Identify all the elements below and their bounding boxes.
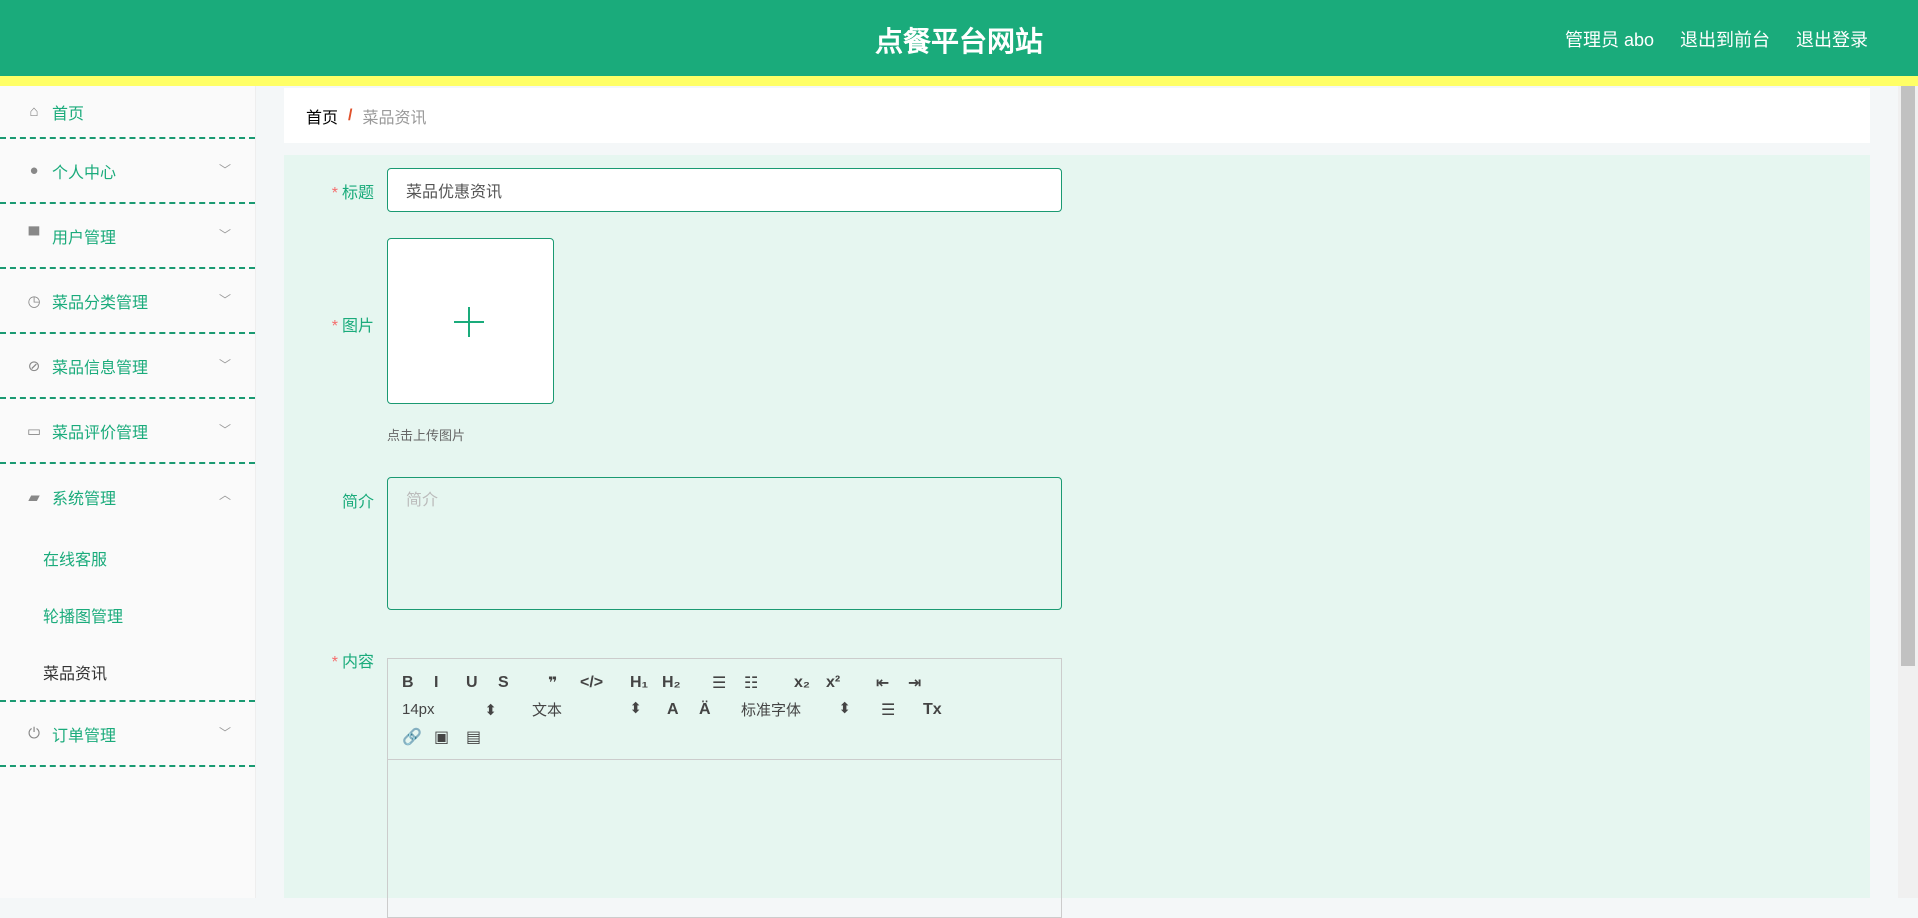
intro-textarea[interactable]: 简介: [387, 477, 1062, 610]
chevron-down-icon: ﹀: [218, 163, 231, 177]
subscript-button[interactable]: x₂: [794, 674, 826, 692]
sidebar-item-system[interactable]: ▰ 系统管理 ︿: [0, 464, 255, 529]
chevron-down-icon: ﹀: [218, 293, 231, 307]
h2-button[interactable]: H₂: [662, 674, 694, 692]
exit-to-front-link[interactable]: 退出到前台: [1680, 26, 1770, 52]
strike-button[interactable]: S: [498, 674, 530, 692]
chevron-down-icon: ﹀: [218, 358, 231, 372]
card-icon: ▭: [26, 422, 42, 440]
clear-format-button[interactable]: Tx: [923, 701, 955, 719]
sidebar-sub-dish-news[interactable]: 菜品资讯: [0, 643, 255, 700]
power-icon: ⏻: [28, 725, 40, 742]
ordered-list-button[interactable]: ☰: [712, 673, 744, 693]
title-input[interactable]: 菜品优惠资讯: [387, 168, 1062, 212]
monitor-icon: ▀: [28, 227, 40, 244]
editor-toolbar: B I U S ❞ </> H₁ H₂ ☰ ☷ x₂ x² ⇤ ⇥ 14px ⬍ 文本 ⬍ A Ä 标准字…: [388, 659, 1061, 760]
indent-button[interactable]: ⇥: [908, 673, 940, 693]
italic-button[interactable]: I: [434, 674, 466, 692]
user-icon: ●: [29, 162, 39, 179]
header: 点餐平台网站 管理员 abo 退出到前台 退出登录: [0, 0, 1918, 76]
rich-text-editor: B I U S ❞ </> H₁ H₂ ☰ ☷ x₂ x² ⇤ ⇥ 14px ⬍ 文本 ⬍ A Ä 标准字…: [387, 658, 1062, 918]
image-label: * 图片: [331, 318, 374, 335]
editor-body[interactable]: [388, 760, 1061, 918]
home-icon: ⌂: [29, 103, 39, 120]
chevron-down-icon: ﹀: [218, 423, 231, 437]
font-size-select[interactable]: 14px ⬍: [402, 701, 497, 719]
clock-icon: ◷: [27, 292, 41, 310]
bold-button[interactable]: B: [402, 674, 434, 692]
admin-user[interactable]: 管理员 abo: [1565, 26, 1654, 52]
sidebar-item-review[interactable]: ▭ 菜品评价管理 ﹀: [0, 399, 255, 464]
sidebar-item-orders[interactable]: ⏻ 订单管理 ﹀: [0, 702, 255, 767]
scrollbar[interactable]: [1898, 86, 1918, 898]
blockquote-button[interactable]: ❞: [548, 673, 580, 693]
sidebar-item-personal[interactable]: ● 个人中心 ﹀: [0, 139, 255, 204]
heading-select[interactable]: 文本 ⬍: [532, 699, 642, 720]
wallet-icon: ▰: [28, 488, 40, 506]
background-color-button[interactable]: Ä: [699, 701, 731, 719]
breadcrumb-home[interactable]: 首页: [306, 104, 338, 128]
h1-button[interactable]: H₁: [630, 674, 662, 692]
image-button[interactable]: ▣: [434, 727, 466, 747]
chevron-down-icon: ﹀: [218, 726, 231, 740]
content-label: * 内容: [331, 654, 374, 671]
chevron-up-icon: ︿: [218, 488, 231, 502]
sidebar-item-users[interactable]: ▀ 用户管理 ﹀: [0, 204, 255, 269]
logout-link[interactable]: 退出登录: [1796, 26, 1868, 52]
bullet-list-button[interactable]: ☷: [744, 673, 776, 693]
sidebar-item-category[interactable]: ◷ 菜品分类管理 ﹀: [0, 269, 255, 334]
upload-hint: 点击上传图片: [387, 428, 466, 443]
plus-icon: [454, 307, 484, 337]
code-button[interactable]: </>: [580, 674, 612, 692]
chevron-down-icon: ﹀: [218, 228, 231, 242]
sidebar: ⌂ 首页 ● 个人中心 ﹀ ▀ 用户管理 ﹀ ◷ 菜品分类管理 ﹀ ⊘ 菜品信息管理 ﹀ ▭ 菜品评…: [0, 86, 256, 898]
image-upload[interactable]: [387, 238, 554, 404]
video-button[interactable]: ▤: [466, 727, 498, 747]
sidebar-item-dish-info[interactable]: ⊘ 菜品信息管理 ﹀: [0, 334, 255, 399]
accent-bar: [0, 76, 1918, 86]
sidebar-item-home[interactable]: ⌂ 首页: [0, 86, 255, 139]
font-family-select[interactable]: 标准字体 ⬍: [741, 699, 851, 720]
intro-label: 简介: [341, 494, 374, 511]
breadcrumb-current: 菜品资讯: [362, 109, 427, 127]
sidebar-sub-carousel[interactable]: 轮播图管理: [0, 586, 255, 643]
compass-icon: ⊘: [27, 357, 41, 375]
superscript-button[interactable]: x²: [826, 674, 858, 692]
scrollbar-thumb[interactable]: [1901, 86, 1915, 666]
font-color-button[interactable]: A: [667, 701, 699, 719]
title-label: * 标题: [331, 185, 374, 202]
outdent-button[interactable]: ⇤: [876, 673, 908, 693]
align-button[interactable]: ☰: [881, 700, 913, 720]
link-button[interactable]: 🔗: [402, 727, 434, 747]
underline-button[interactable]: U: [466, 674, 498, 692]
sidebar-sub-online-service[interactable]: 在线客服: [0, 529, 255, 586]
form-panel: * 标题 菜品优惠资讯 * 图片 点击上传图片 简介 简介 * 内容 B I U S ❞ </>…: [284, 155, 1870, 918]
breadcrumb: 首页 / 菜品资讯: [284, 88, 1870, 143]
